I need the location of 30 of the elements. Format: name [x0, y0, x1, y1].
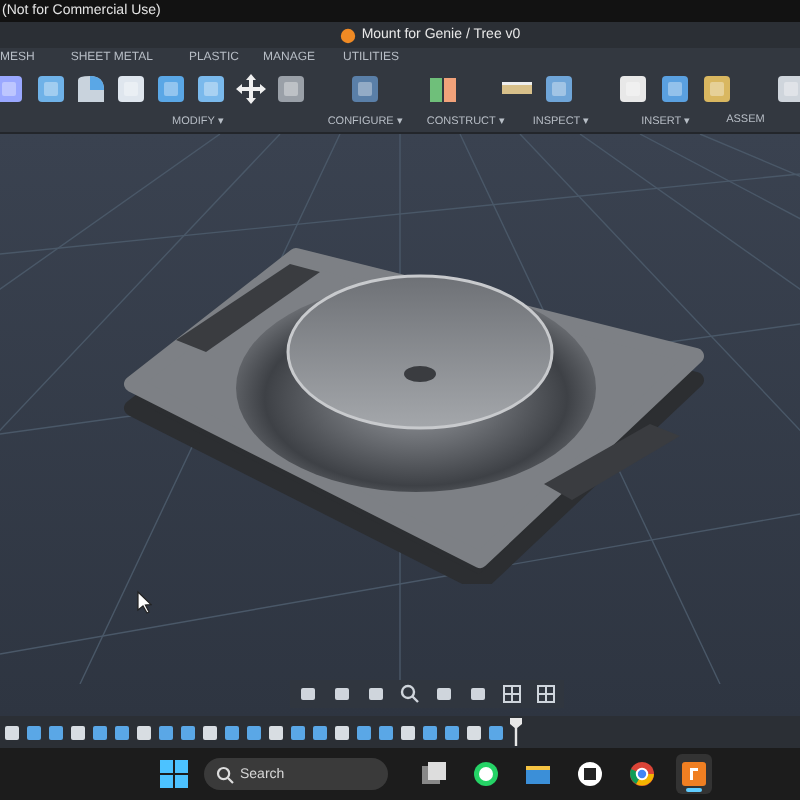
tool-icon[interactable]	[154, 72, 188, 106]
tool-icon[interactable]	[426, 72, 460, 106]
tool-icon[interactable]	[658, 72, 692, 106]
app-icon	[680, 760, 708, 788]
timeline-marker-icon[interactable]	[510, 718, 522, 746]
tool-icon[interactable]	[700, 72, 734, 106]
tool-icon[interactable]	[274, 72, 308, 106]
start-icon[interactable]	[160, 760, 188, 788]
navigation-tool-icon[interactable]	[536, 684, 556, 704]
tool-icon[interactable]	[0, 72, 26, 106]
tool-icon[interactable]	[74, 72, 108, 106]
tool-icon[interactable]	[542, 72, 576, 106]
tool-icon[interactable]	[616, 72, 650, 106]
app-icon	[628, 760, 656, 788]
search-icon	[216, 766, 234, 784]
app-icon	[472, 760, 500, 788]
app-icon	[524, 760, 552, 788]
tool-icon[interactable]	[114, 72, 148, 106]
tool-icon[interactable]	[194, 72, 228, 106]
tool-icon[interactable]	[348, 72, 382, 106]
taskbar-app-button[interactable]	[676, 754, 712, 794]
tool-icon[interactable]	[234, 72, 268, 106]
app-icon	[576, 760, 604, 788]
tool-icon[interactable]	[774, 72, 800, 106]
navigation-tool-icon[interactable]	[400, 684, 420, 704]
tool-icon[interactable]	[34, 72, 68, 106]
cursor-icon	[136, 590, 152, 614]
app-icon	[420, 760, 448, 788]
navigation-tool-icon[interactable]	[502, 684, 522, 704]
document-icon	[339, 27, 356, 43]
